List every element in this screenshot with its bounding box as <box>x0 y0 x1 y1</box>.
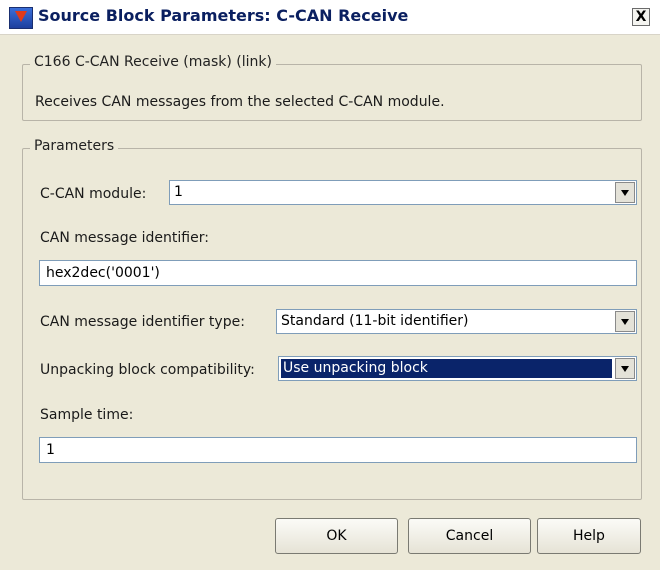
sample-time-label: Sample time: <box>40 407 134 423</box>
title-bar: Source Block Parameters: C-CAN Receive X <box>0 0 660 35</box>
ok-button[interactable]: OK <box>275 518 398 554</box>
can-identifier-field[interactable] <box>39 260 637 286</box>
unpacking-value: Use unpacking block <box>281 359 612 378</box>
sample-time-field[interactable] <box>39 437 637 463</box>
ccan-module-label: C-CAN module: <box>40 186 147 202</box>
can-identifier-input[interactable] <box>40 261 636 285</box>
ccan-module-value: 1 <box>174 184 183 200</box>
description-group-legend: C166 C-CAN Receive (mask) (link) <box>30 54 276 70</box>
sample-time-input[interactable] <box>40 438 636 462</box>
ccan-module-select[interactable]: 1 <box>169 180 637 205</box>
simulink-app-icon <box>9 7 33 29</box>
chevron-down-icon[interactable] <box>615 311 635 332</box>
identifier-type-value: Standard (11-bit identifier) <box>281 313 469 329</box>
identifier-type-label: CAN message identifier type: <box>40 314 245 330</box>
help-button[interactable]: Help <box>537 518 641 554</box>
unpacking-select[interactable]: Use unpacking block <box>278 356 637 381</box>
description-group <box>22 64 642 121</box>
identifier-type-select[interactable]: Standard (11-bit identifier) <box>276 309 637 334</box>
close-button[interactable]: X <box>632 8 650 26</box>
parameters-group-legend: Parameters <box>30 138 119 154</box>
cancel-button[interactable]: Cancel <box>408 518 531 554</box>
block-description: Receives CAN messages from the selected … <box>35 94 445 110</box>
unpacking-label: Unpacking block compatibility: <box>40 362 255 378</box>
window-title: Source Block Parameters: C-CAN Receive <box>38 6 409 25</box>
chevron-down-icon[interactable] <box>615 358 635 379</box>
chevron-down-icon[interactable] <box>615 182 635 203</box>
can-identifier-label: CAN message identifier: <box>40 230 209 246</box>
